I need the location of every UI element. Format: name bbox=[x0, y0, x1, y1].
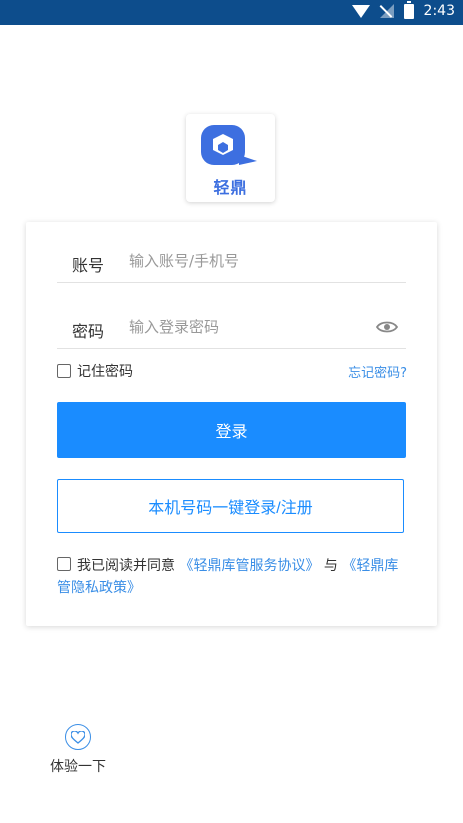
trial-button[interactable]: 体验一下 bbox=[48, 724, 108, 776]
wifi-icon bbox=[351, 4, 370, 18]
password-row: 密码 bbox=[57, 288, 406, 349]
status-bar: 2:43 bbox=[0, 0, 463, 25]
login-card: 账号 密码 记住密码 忘记密码? 登录 本机号码一键登录/注册 我已阅读并同意 … bbox=[26, 222, 437, 626]
heart-icon bbox=[65, 724, 91, 750]
agreement: 我已阅读并同意 《轻鼎库管服务协议》 与 《轻鼎库管隐私政策》 bbox=[57, 555, 409, 599]
logo-text: 轻鼎 bbox=[213, 178, 248, 197]
app-logo: 轻鼎 bbox=[186, 114, 275, 202]
password-input[interactable] bbox=[129, 314, 369, 340]
signal-off-icon bbox=[379, 4, 394, 18]
service-agreement-link[interactable]: 《轻鼎库管服务协议》 bbox=[179, 558, 319, 574]
remember-checkbox[interactable] bbox=[57, 364, 71, 378]
agreement-checkbox[interactable] bbox=[57, 557, 71, 571]
eye-icon[interactable] bbox=[376, 320, 398, 334]
login-button[interactable]: 登录 bbox=[57, 402, 406, 458]
one-click-login-button[interactable]: 本机号码一键登录/注册 bbox=[57, 479, 404, 533]
account-input[interactable] bbox=[129, 248, 369, 274]
forgot-password-link[interactable]: 忘记密码? bbox=[348, 362, 407, 381]
agreement-conjunction: 与 bbox=[323, 558, 338, 574]
battery-charging-icon bbox=[403, 0, 414, 19]
logo-icon bbox=[201, 125, 257, 165]
remember-password[interactable]: 记住密码 bbox=[57, 361, 133, 381]
account-row: 账号 bbox=[57, 222, 406, 283]
account-label: 账号 bbox=[72, 256, 105, 275]
trial-label: 体验一下 bbox=[50, 759, 106, 775]
remember-label: 记住密码 bbox=[77, 364, 133, 380]
password-label: 密码 bbox=[72, 322, 105, 341]
agreement-prefix: 我已阅读并同意 bbox=[77, 558, 175, 574]
status-time: 2:43 bbox=[423, 3, 455, 19]
